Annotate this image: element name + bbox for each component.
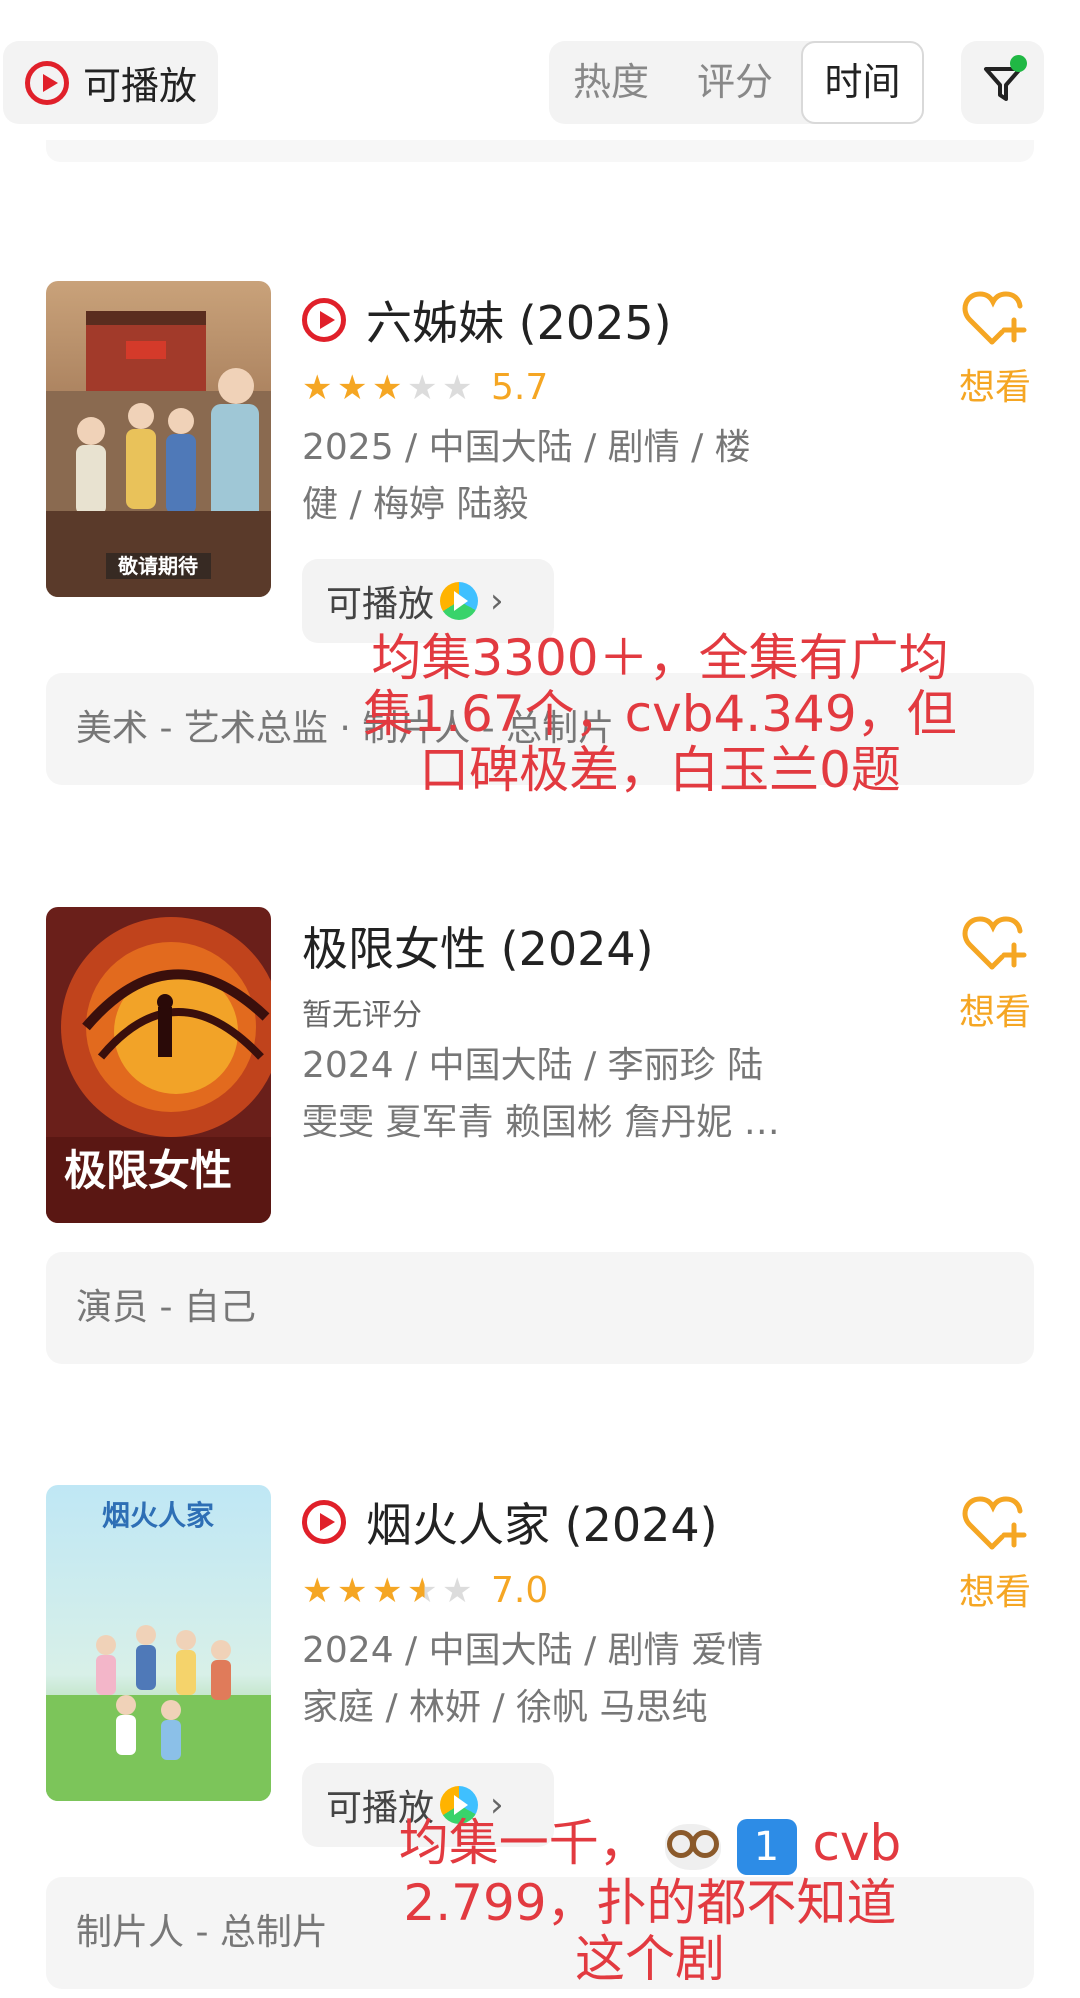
annotation-line: 均集3300＋，全集有广均 <box>371 629 949 687</box>
filter-button[interactable] <box>961 41 1044 124</box>
poster-image[interactable]: 烟火人家 <box>46 1485 271 1801</box>
playable-filter-button[interactable]: 可播放 <box>3 41 218 124</box>
info-line: 家庭 / 林妍 / 徐帆 马思纯 <box>302 1687 708 1728</box>
poster-illustration: 敬请期待 <box>46 281 271 597</box>
filter-active-dot <box>1010 55 1027 72</box>
card-title: 烟火人家 (2024) <box>366 1498 718 1552</box>
handwritten-annotation: 均集一千， 1 cvb 2.799，扑的都不知道 这个剧 <box>330 1815 970 1987</box>
wish-label: 想看 <box>958 992 1031 1033</box>
card-title: 六姊妹 (2025) <box>366 296 672 350</box>
play-badge-icon <box>302 1500 346 1544</box>
poster-image[interactable]: 敬请期待 <box>46 281 271 597</box>
info-line: 2024 / 中国大陆 / 剧情 爱情 <box>302 1630 764 1671</box>
star-icon: ★ <box>372 367 403 408</box>
card-title-row[interactable]: 烟火人家 (2024) <box>302 1489 718 1555</box>
star-empty-icon: ★ <box>442 367 473 408</box>
annotation-line: 这个剧 <box>575 1929 725 1988</box>
play-badge-icon <box>302 298 346 342</box>
heart-plus-icon <box>962 1496 1027 1550</box>
keycap-one-icon: 1 <box>736 1818 797 1875</box>
poster-caption: 烟火人家 <box>102 1499 214 1532</box>
card-title-row[interactable]: 极限女性 (2024) <box>302 913 654 979</box>
annotation-line: 2.799，扑的都不知道 <box>403 1873 897 1932</box>
info-line: 2025 / 中国大陆 / 剧情 / 楼 <box>302 427 751 468</box>
handwritten-annotation: 均集3300＋，全集有广均 集1.67个，cvb4.349，但 口碑极差，白玉兰… <box>340 630 980 798</box>
wish-label: 想看 <box>958 1572 1031 1613</box>
play-icon <box>25 60 69 105</box>
annotation-line: 均集一千， 1 cvb <box>330 1815 970 1875</box>
star-icon: ★ <box>337 367 368 408</box>
card-info: 2024 / 中国大陆 / 李丽珍 陆 雯雯 夏军青 赖国彬 詹丹妮 … <box>302 1037 822 1151</box>
card-title-row[interactable]: 六姊妹 (2025) <box>302 287 672 353</box>
sort-tab-time[interactable]: 时间 <box>801 41 924 124</box>
card-info: 2025 / 中国大陆 / 剧情 / 楼 健 / 梅婷 陆毅 <box>302 419 822 533</box>
role-box: 演员 - 自己 <box>46 1252 1034 1364</box>
star-icon: ★ <box>372 1570 403 1611</box>
info-line: 雯雯 夏军青 赖国彬 詹丹妮 … <box>302 1102 780 1143</box>
annotation-line: 口碑极差，白玉兰0题 <box>419 741 901 799</box>
sort-tab-hot[interactable]: 热度 <box>561 41 661 124</box>
annotation-text: 均集一千， <box>398 1814 649 1872</box>
wish-button[interactable]: 想看 <box>955 1495 1035 1615</box>
rating: ★ ★ ★ ★ ★ 7.0 <box>302 1570 548 1611</box>
annotation-line: 集1.67个，cvb4.349，但 <box>363 685 957 743</box>
wish-button[interactable]: 想看 <box>955 290 1035 410</box>
wish-label: 想看 <box>958 367 1031 408</box>
annotation-text: cvb <box>812 1814 902 1872</box>
poster-image[interactable]: 极限女性 <box>46 907 271 1223</box>
filter-bar: 可播放 热度 评分 时间 <box>0 0 1080 140</box>
info-line: 2024 / 中国大陆 / 李丽珍 陆 <box>302 1045 764 1086</box>
no-rating-text: 暂无评分 <box>302 998 422 1033</box>
playable-filter-label: 可播放 <box>83 64 198 108</box>
info-line: 健 / 梅婷 陆毅 <box>302 484 529 525</box>
poster-illustration: 烟火人家 <box>46 1485 271 1801</box>
heart-plus-icon <box>962 291 1027 345</box>
sort-tabs: 热度 评分 时间 <box>549 41 924 124</box>
star-icon: ★ <box>302 1570 333 1611</box>
card-info: 2024 / 中国大陆 / 剧情 爱情 家庭 / 林妍 / 徐帆 马思纯 <box>302 1622 822 1736</box>
sort-tab-rating[interactable]: 评分 <box>685 41 785 124</box>
rating-score: 7.0 <box>491 1570 549 1611</box>
chevron-right-icon: › <box>490 581 504 621</box>
rating-score: 5.7 <box>491 367 549 408</box>
star-icon: ★ <box>302 367 333 408</box>
wish-button[interactable]: 想看 <box>955 915 1035 1035</box>
playable-chip-label: 可播放 <box>326 584 435 625</box>
poster-caption: 极限女性 <box>64 1146 232 1195</box>
tencent-video-icon <box>440 582 479 620</box>
poster-caption: 敬请期待 <box>117 554 198 578</box>
star-half-icon: ★ <box>407 1574 442 1608</box>
star-empty-icon: ★ <box>407 367 438 408</box>
star-icon: ★ <box>337 1570 368 1611</box>
rating: ★ ★ ★ ★ ★ 5.7 <box>302 367 548 408</box>
poster-illustration: 极限女性 <box>46 907 271 1223</box>
heart-plus-icon <box>962 916 1027 970</box>
previous-card-bottom <box>46 140 1034 162</box>
star-empty-icon: ★ <box>442 1570 473 1611</box>
card-title: 极限女性 (2024) <box>302 922 654 976</box>
ram-emoji-icon <box>664 1823 721 1870</box>
